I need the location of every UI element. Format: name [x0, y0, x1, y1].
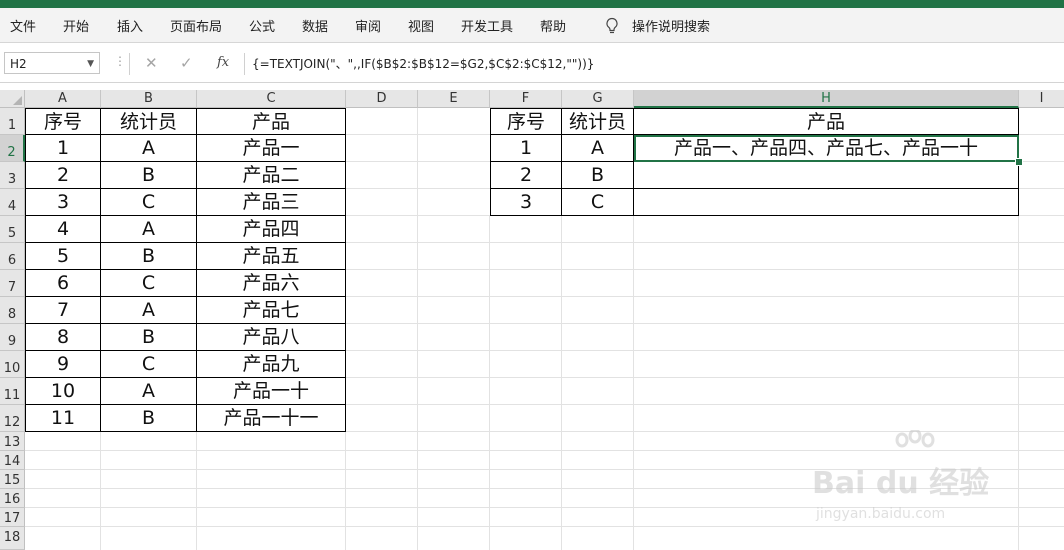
tab-formulas[interactable]: 公式	[249, 16, 275, 35]
cell-c2[interactable]: 产品一	[197, 135, 346, 162]
tab-review[interactable]: 审阅	[355, 16, 381, 35]
cell-a9[interactable]: 8	[25, 324, 101, 351]
cell-b12[interactable]: B	[101, 405, 197, 432]
formula-input[interactable]: {=TEXTJOIN("、",,IF($B$2:$B$12=$G2,$C$2:$…	[252, 55, 594, 72]
cell-a1[interactable]: 序号	[25, 108, 101, 135]
cell-c6[interactable]: 产品五	[197, 243, 346, 270]
tab-file[interactable]: 文件	[10, 16, 36, 35]
cell-a6[interactable]: 5	[25, 243, 101, 270]
cell-c7[interactable]: 产品六	[197, 270, 346, 297]
cell-g3[interactable]: B	[562, 162, 634, 189]
cell-b6[interactable]: B	[101, 243, 197, 270]
ribbon-tab-bar: 文件 开始 插入 页面布局 公式 数据 审阅 视图 开发工具 帮助 操作说明搜索	[0, 8, 1064, 43]
cell-b11[interactable]: A	[101, 378, 197, 405]
name-box[interactable]: H2 ▼	[4, 52, 100, 74]
tab-home[interactable]: 开始	[63, 16, 89, 35]
tab-insert[interactable]: 插入	[117, 16, 143, 35]
cell-f2[interactable]: 1	[490, 135, 562, 162]
title-bar-strip	[0, 0, 1064, 8]
divider	[244, 53, 245, 75]
cell-b8[interactable]: A	[101, 297, 197, 324]
cell-c5[interactable]: 产品四	[197, 216, 346, 243]
cell-b9[interactable]: B	[101, 324, 197, 351]
cell-a2[interactable]: 1	[25, 135, 101, 162]
cell-b10[interactable]: C	[101, 351, 197, 378]
watermark-text: Bai du 经验	[812, 466, 990, 501]
cell-c1[interactable]: 产品	[197, 108, 346, 135]
cell-a4[interactable]: 3	[25, 189, 101, 216]
cell-b2[interactable]: A	[101, 135, 197, 162]
cell-f3[interactable]: 2	[490, 162, 562, 189]
cell-g4[interactable]: C	[562, 189, 634, 216]
cell-g1[interactable]: 统计员	[562, 108, 634, 135]
tell-me-search[interactable]: 操作说明搜索	[632, 16, 710, 35]
cell-h3[interactable]	[634, 162, 1019, 189]
cell-f1[interactable]: 序号	[490, 108, 562, 135]
cell-f4[interactable]: 3	[490, 189, 562, 216]
enter-check-icon[interactable]: ✓	[180, 54, 193, 72]
cell-b7[interactable]: C	[101, 270, 197, 297]
cell-b3[interactable]: B	[101, 162, 197, 189]
cell-h1[interactable]: 产品	[634, 108, 1019, 135]
cell-c3[interactable]: 产品二	[197, 162, 346, 189]
cell-a7[interactable]: 6	[25, 270, 101, 297]
fill-handle[interactable]	[1015, 158, 1023, 166]
cell-a3[interactable]: 2	[25, 162, 101, 189]
tab-view[interactable]: 视图	[408, 16, 434, 35]
cell-b1[interactable]: 统计员	[101, 108, 197, 135]
cell-b4[interactable]: C	[101, 189, 197, 216]
cell-b5[interactable]: A	[101, 216, 197, 243]
cell-h2-active[interactable]: 产品一、产品四、产品七、产品一十	[634, 135, 1019, 162]
cell-c8[interactable]: 产品七	[197, 297, 346, 324]
cell-a5[interactable]: 4	[25, 216, 101, 243]
cell-c9[interactable]: 产品八	[197, 324, 346, 351]
more-options-icon[interactable]: ⋮	[114, 54, 126, 68]
cell-c10[interactable]: 产品九	[197, 351, 346, 378]
tab-data[interactable]: 数据	[302, 16, 328, 35]
cell-c11[interactable]: 产品一十	[197, 378, 346, 405]
cell-h4[interactable]	[634, 189, 1019, 216]
baidu-watermark: Bai du 经验 jingyan.baidu.com	[812, 430, 1012, 530]
cell-c12[interactable]: 产品一十一	[197, 405, 346, 432]
cell-a10[interactable]: 9	[25, 351, 101, 378]
cell-a8[interactable]: 7	[25, 297, 101, 324]
divider	[129, 53, 130, 75]
cell-a12[interactable]: 11	[25, 405, 101, 432]
cell-a11[interactable]: 10	[25, 378, 101, 405]
chevron-down-icon[interactable]: ▼	[87, 53, 94, 75]
tab-page-layout[interactable]: 页面布局	[170, 16, 222, 35]
divider	[0, 82, 1064, 83]
tab-help[interactable]: 帮助	[540, 16, 566, 35]
watermark-url: jingyan.baidu.com	[816, 506, 946, 522]
name-box-value: H2	[10, 57, 27, 71]
cancel-icon[interactable]: ✕	[145, 54, 158, 72]
lightbulb-icon[interactable]	[604, 17, 620, 35]
cell-g2[interactable]: A	[562, 135, 634, 162]
cell-c4[interactable]: 产品三	[197, 189, 346, 216]
tab-developer[interactable]: 开发工具	[461, 16, 513, 35]
insert-function-icon[interactable]: fx	[217, 55, 229, 70]
